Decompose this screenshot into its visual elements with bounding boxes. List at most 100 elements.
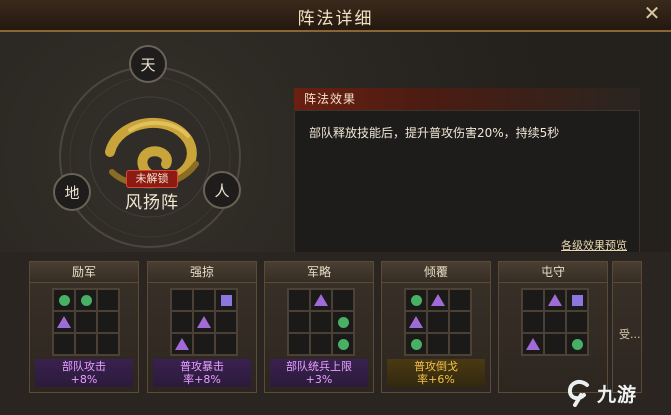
grid-cell: [193, 311, 215, 333]
grid-cell: [405, 289, 427, 311]
locked-badge: 未解锁: [126, 170, 178, 188]
triangle-marker-icon: [175, 338, 189, 350]
card-bonus: 部队统兵上限 +3%: [270, 359, 368, 387]
grid-cell: [522, 311, 544, 333]
window-title: 阵法详细: [297, 9, 374, 29]
square-marker-icon: [220, 294, 232, 306]
grid-cell: [75, 289, 97, 311]
grid-cell: [332, 289, 354, 311]
card-bonus: 普攻倒戈 率+6%: [387, 359, 485, 387]
formation-card[interactable]: 励军部队攻击 +8%: [29, 261, 139, 393]
card-title: 屯守: [499, 262, 607, 283]
grid-cell: [544, 289, 566, 311]
formation-cards-area: 励军 部队攻击 +8% 强掠 普攻暴击 率+8% 军略 部队统兵上限 +3% 倾覆 普攻倒戈 …: [0, 252, 671, 415]
circle-marker-icon: [58, 294, 70, 306]
grid-cell: [215, 289, 237, 311]
grid-cell: [171, 333, 193, 355]
card-title: 强掠: [148, 262, 256, 283]
formation-card[interactable]: 倾覆普攻倒戈 率+6%: [381, 261, 491, 393]
node-left-glyph: 地: [64, 184, 80, 202]
effect-header: 阵法效果: [294, 88, 640, 110]
grid-cell: [310, 333, 332, 355]
triangle-marker-icon: [197, 316, 211, 328]
circle-marker-icon: [80, 294, 92, 306]
grid-cell: [449, 289, 471, 311]
watermark: 九游: [565, 377, 663, 409]
formation-stage: 天 地 人 未解锁 风扬阵 阵法效果 部队释放技能后，提升普攻伤害20%，持续5…: [0, 32, 671, 260]
circle-marker-icon: [410, 294, 422, 306]
grid-cell: [75, 333, 97, 355]
square-marker-icon: [571, 294, 583, 306]
triangle-marker-icon: [526, 338, 540, 350]
title-bar: 阵法详细 ✕: [0, 0, 671, 32]
grid-cell: [53, 333, 75, 355]
formation-card[interactable]: 强掠普攻暴击 率+8%: [147, 261, 257, 393]
grid-cell: [310, 311, 332, 333]
position-grid: [404, 288, 472, 356]
grid-cell: [566, 311, 588, 333]
grid-cell: [332, 311, 354, 333]
card-title: 励军: [30, 262, 138, 283]
grid-cell: [405, 311, 427, 333]
card-title: 倾覆: [382, 262, 490, 283]
grid-cell: [544, 333, 566, 355]
grid-cell: [171, 289, 193, 311]
grid-cell: [544, 311, 566, 333]
grid-cell: [405, 333, 427, 355]
grid-cell: [310, 289, 332, 311]
formation-card[interactable]: 屯守: [498, 261, 608, 393]
circle-marker-icon: [337, 316, 349, 328]
formation-name: 风扬阵: [125, 193, 179, 213]
grid-cell: [288, 311, 310, 333]
position-grid: [52, 288, 120, 356]
triangle-marker-icon: [409, 316, 423, 328]
grid-cell: [171, 311, 193, 333]
grid-cell: [449, 333, 471, 355]
position-grid: [170, 288, 238, 356]
grid-cell: [522, 333, 544, 355]
grid-cell: [427, 311, 449, 333]
node-right-glyph: 人: [214, 182, 230, 200]
grid-cell: [332, 333, 354, 355]
effect-description: 部队释放技能后，提升普攻伤害20%，持续5秒: [309, 126, 560, 140]
grid-cell: [427, 289, 449, 311]
triangle-marker-icon: [548, 294, 562, 306]
grid-cell: [566, 333, 588, 355]
grid-cell: [193, 289, 215, 311]
card-title: 军略: [265, 262, 373, 283]
card-bonus: 部队攻击 +8%: [35, 359, 133, 387]
grid-cell: [427, 333, 449, 355]
position-grid: [287, 288, 355, 356]
node-top-glyph: 天: [140, 56, 156, 74]
circle-marker-icon: [571, 338, 583, 350]
grid-cell: [288, 289, 310, 311]
formation-card-partial[interactable]: 受...: [612, 261, 642, 393]
grid-cell: [566, 289, 588, 311]
formation-card[interactable]: 军略部队统兵上限 +3%: [264, 261, 374, 393]
partial-card-text: 受...: [619, 328, 641, 341]
formation-circle: 天 地 人 未解锁 风扬阵: [0, 32, 300, 252]
position-grid: [521, 288, 589, 356]
triangle-marker-icon: [431, 294, 445, 306]
grid-cell: [193, 333, 215, 355]
grid-cell: [215, 333, 237, 355]
grid-cell: [522, 289, 544, 311]
level-preview-link[interactable]: 各级效果预览: [561, 237, 627, 253]
grid-cell: [288, 333, 310, 355]
grid-cell: [97, 311, 119, 333]
grid-cell: [449, 311, 471, 333]
grid-cell: [97, 289, 119, 311]
nine-game-logo-icon: [568, 379, 589, 407]
card-title-bar: [613, 262, 641, 283]
card-bonus: 普攻暴击 率+8%: [153, 359, 251, 387]
grid-cell: [97, 333, 119, 355]
close-icon[interactable]: ✕: [641, 2, 663, 24]
grid-cell: [75, 311, 97, 333]
effect-panel: 部队释放技能后，提升普攻伤害20%，持续5秒 各级效果预览: [294, 110, 640, 260]
circle-marker-icon: [410, 338, 422, 350]
circle-marker-icon: [337, 338, 349, 350]
watermark-text: 九游: [597, 383, 638, 406]
grid-cell: [53, 311, 75, 333]
triangle-marker-icon: [314, 294, 328, 306]
grid-cell: [53, 289, 75, 311]
